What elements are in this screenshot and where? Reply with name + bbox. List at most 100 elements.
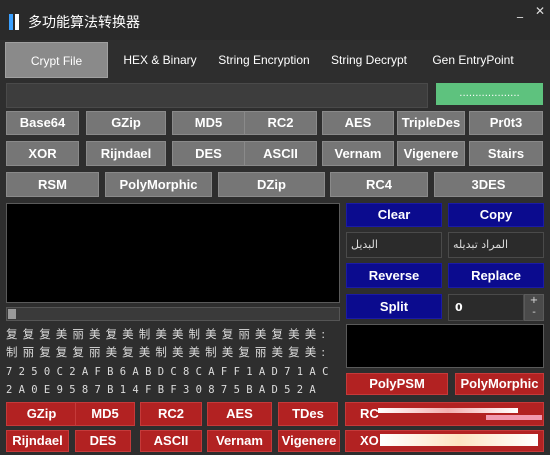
bottom-des-button[interactable]: DES <box>75 430 131 452</box>
bottom-vernam-button[interactable]: Vernam <box>207 430 272 452</box>
char-cell: : <box>321 345 326 359</box>
char-cell: 复 <box>72 345 84 359</box>
replace-button[interactable]: Replace <box>448 263 544 288</box>
char-cell: 美 <box>188 345 201 359</box>
stepper-down-icon[interactable]: - <box>525 307 543 319</box>
app-logo-icon <box>9 14 21 30</box>
bottom-aes-button[interactable]: AES <box>207 402 272 426</box>
char-cell: 丽 <box>22 345 35 359</box>
preview-box <box>346 324 544 368</box>
char-cell: 美 <box>171 345 184 359</box>
bottom-rc-button[interactable]: RC <box>345 402 544 426</box>
char-cell: 美 <box>88 327 101 341</box>
char-cell: 丽 <box>88 345 101 359</box>
copy-button[interactable]: Copy <box>448 203 544 227</box>
algo-xor-button[interactable]: XOR <box>6 141 79 166</box>
char-cell: 复 <box>6 327 18 341</box>
bottom-gzip-button[interactable]: GZip <box>6 402 77 426</box>
char-cell: 制 <box>6 345 18 359</box>
split-count-input[interactable]: 0 <box>448 294 524 321</box>
char-cell: 制 <box>138 327 151 341</box>
algo-md5-button[interactable]: MD5 <box>172 111 245 135</box>
char-cell: 复 <box>39 327 51 341</box>
bottom-ascii-button[interactable]: ASCII <box>140 430 202 452</box>
char-cell: 美 <box>304 327 317 341</box>
algo-rijndael-button[interactable]: Rijndael <box>86 141 166 166</box>
algo-rc2-button[interactable]: RC2 <box>244 111 317 135</box>
polymorphic-button[interactable]: PolyMorphic <box>455 373 544 395</box>
algo-des-button[interactable]: DES <box>172 141 245 166</box>
bottom-rijndael-button[interactable]: Rijndael <box>6 430 69 452</box>
tab-string-encryption[interactable]: String Encryption <box>213 42 315 78</box>
bottom-rc-label: RC <box>360 406 379 421</box>
char-row: 复复复美丽美复美制美美制美复丽美复美美: <box>6 326 338 342</box>
algo-base64-button[interactable]: Base64 <box>6 111 79 135</box>
horizontal-scrollbar[interactable] <box>6 307 340 321</box>
char-cell: 美 <box>205 327 217 341</box>
tab-string-decrypt[interactable]: String Decrypt <box>323 42 415 78</box>
algo-pr0t3-button[interactable]: Pr0t3 <box>469 111 543 135</box>
algo-rc4-button[interactable]: RC4 <box>330 172 428 197</box>
char-cell: 制 <box>155 345 167 359</box>
split-stepper[interactable]: + - <box>524 294 544 321</box>
scrollbar-thumb[interactable] <box>8 309 16 319</box>
algo-vernam-button[interactable]: Vernam <box>322 141 394 166</box>
bottom-rc2-button[interactable]: RC2 <box>140 402 202 426</box>
polypsm-button[interactable]: PolyPSM <box>346 373 448 395</box>
char-cell: 复 <box>221 327 234 341</box>
char-cell: 美 <box>171 327 184 341</box>
bottom-tdes-button[interactable]: TDes <box>278 402 338 426</box>
stepper-up-icon[interactable]: + <box>525 295 543 307</box>
algo-3des-button[interactable]: 3DES <box>434 172 543 197</box>
char-cell: 复 <box>238 345 250 359</box>
tab-crypt-file[interactable]: Crypt File <box>5 42 108 78</box>
char-cell: 复 <box>288 345 300 359</box>
char-cell: 复 <box>122 345 134 359</box>
char-cell: 制 <box>188 327 201 341</box>
split-button[interactable]: Split <box>346 294 442 319</box>
char-cell: : <box>321 327 326 341</box>
bottom-xo-label: XO <box>360 433 379 448</box>
algo-rsm-button[interactable]: RSM <box>6 172 99 197</box>
char-cell: 美 <box>138 345 151 359</box>
bottom-md5-button[interactable]: MD5 <box>75 402 135 426</box>
char-cell: 美 <box>304 345 317 359</box>
clear-button[interactable]: Clear <box>346 203 442 227</box>
algo-polymorphic-button[interactable]: PolyMorphic <box>105 172 212 197</box>
reverse-button[interactable]: Reverse <box>346 263 442 288</box>
output-textarea[interactable] <box>6 203 340 303</box>
char-cell: 复 <box>22 327 35 341</box>
char-cell: 制 <box>205 345 217 359</box>
char-cell: 丽 <box>72 327 84 341</box>
char-cell: 美 <box>271 345 284 359</box>
char-cell: 复 <box>105 327 118 341</box>
tab-gen-entrypoint[interactable]: Gen EntryPoint <box>425 42 521 78</box>
algo-dzip-button[interactable]: DZip <box>218 172 325 197</box>
char-cell: 复 <box>39 345 51 359</box>
char-cell: 美 <box>55 327 68 341</box>
algo-ascii-button[interactable]: ASCII <box>244 141 317 166</box>
algo-aes-button[interactable]: AES <box>322 111 394 135</box>
char-cell: 美 <box>221 345 234 359</box>
target-input[interactable]: المراد تبديله <box>448 232 544 258</box>
algo-vigenere-button[interactable]: Vigenere <box>397 141 465 166</box>
minimize-button[interactable]: _ <box>517 4 523 18</box>
tab-hex-binary[interactable]: HEX & Binary <box>112 42 208 78</box>
bottom-vigenere-button[interactable]: Vigenere <box>278 430 340 452</box>
char-cell: 美 <box>254 327 267 341</box>
window-title: 多功能算法转换器 <box>28 15 140 31</box>
char-cell: 丽 <box>254 345 267 359</box>
algo-gzip-button[interactable]: GZip <box>86 111 166 135</box>
replacement-input[interactable]: البديل <box>346 232 442 258</box>
algo-tripledes-button[interactable]: TripleDes <box>397 111 465 135</box>
bottom-xo-button[interactable]: XO <box>345 430 544 452</box>
hex-row: 2 A 0 E 9 5 8 7 B 1 4 F B F 3 0 8 7 5 B … <box>6 384 316 396</box>
char-row: 制丽复复复丽美复美制美美制美复丽美复美: <box>6 344 338 360</box>
char-cell: 丽 <box>238 327 250 341</box>
browse-button[interactable]: ................... <box>436 83 543 105</box>
close-button[interactable]: ✕ <box>535 4 545 18</box>
hex-row: 7 2 5 0 C 2 A F B 6 A B D C 8 C A F F 1 … <box>6 366 329 378</box>
file-path-input[interactable] <box>6 83 428 108</box>
algo-stairs-button[interactable]: Stairs <box>469 141 543 166</box>
glitch-stripe <box>378 408 518 413</box>
